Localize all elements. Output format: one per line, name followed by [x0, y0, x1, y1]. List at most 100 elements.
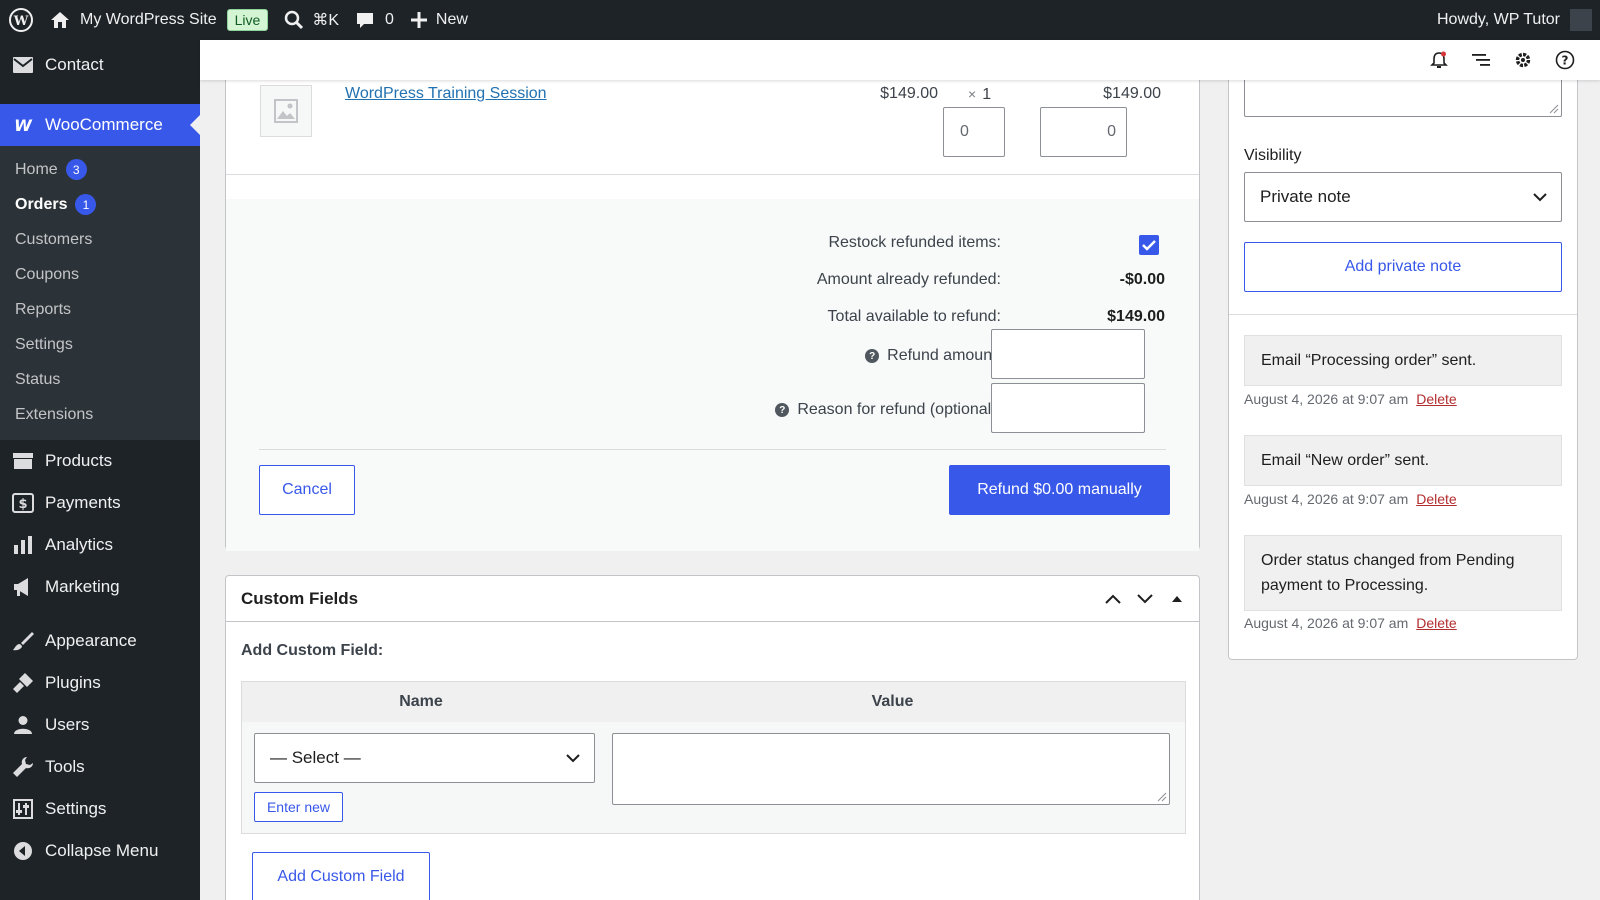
- sidebar-item-tools[interactable]: Tools: [0, 746, 200, 788]
- panel-header: Custom Fields: [226, 576, 1199, 622]
- table-header: Name Value: [242, 682, 1185, 722]
- custom-fields-panel: Custom Fields Add Custom Field: Name Val…: [225, 575, 1200, 900]
- bell-icon[interactable]: [1418, 51, 1460, 69]
- restock-label: Restock refunded items:: [828, 234, 1001, 251]
- plus-icon: [410, 11, 428, 29]
- input-value: 0: [960, 123, 969, 140]
- admin-bar: W My WordPress Site Live ⌘K 0 New Howdy,…: [0, 0, 1600, 40]
- help-icon[interactable]: ?: [1544, 50, 1586, 70]
- submenu-item-reports[interactable]: Reports: [0, 292, 200, 327]
- gear-icon[interactable]: [1502, 51, 1544, 69]
- visibility-label: Visibility: [1244, 147, 1302, 164]
- submenu-label: Reports: [15, 300, 72, 318]
- new-label: New: [435, 11, 468, 28]
- note-visibility-select[interactable]: Private note: [1244, 172, 1562, 222]
- submenu-label: Customers: [15, 230, 93, 248]
- site-name: My WordPress Site: [80, 11, 217, 28]
- restock-checkbox[interactable]: [1139, 235, 1159, 255]
- submenu-label: Orders: [15, 195, 68, 213]
- user-icon: [11, 713, 35, 737]
- refund-amount-input[interactable]: [991, 329, 1145, 379]
- already-refunded-label: Amount already refunded:: [816, 271, 1001, 288]
- archive-icon: [11, 449, 35, 473]
- refund-reason-label: ? Reason for refund (optional):: [775, 401, 1001, 419]
- sidebar-item-label: WooCommerce: [45, 115, 163, 134]
- avatar[interactable]: [1570, 9, 1592, 31]
- toggle-panel-icon[interactable]: [1161, 594, 1193, 604]
- sidebar-item-appearance[interactable]: Appearance: [0, 620, 200, 662]
- delete-note-link[interactable]: Delete: [1416, 491, 1456, 507]
- resize-handle-icon: [1549, 104, 1559, 114]
- help-tip-icon[interactable]: ?: [775, 403, 790, 417]
- count-badge: 3: [65, 159, 87, 180]
- live-badge: Live: [226, 9, 269, 31]
- note-date: August 4, 2026 at 9:07 am: [1244, 615, 1409, 631]
- admin-sidebar: Contact W WooCommerce Home 3 Orders 1 Cust…: [0, 40, 200, 900]
- delete-note-link[interactable]: Delete: [1416, 615, 1456, 631]
- add-note-button[interactable]: Add private note: [1244, 242, 1562, 292]
- sidebar-item-label: Payments: [45, 493, 121, 512]
- site-name-link[interactable]: My WordPress Site Live: [42, 0, 276, 40]
- move-up-icon[interactable]: [1097, 593, 1129, 605]
- order-items-panel: WordPress Training Session $149.00 × 1 $1…: [225, 70, 1200, 551]
- custom-field-name-select[interactable]: — Select —: [254, 733, 595, 783]
- refund-manually-button[interactable]: Refund $0.00 manually: [949, 465, 1170, 515]
- note-meta: August 4, 2026 at 9:07 am Delete: [1244, 491, 1457, 507]
- refund-area: Restock refunded items: Amount already r…: [226, 199, 1199, 551]
- command-search[interactable]: ⌘K: [276, 0, 347, 40]
- submenu-item-settings[interactable]: Settings: [0, 327, 200, 362]
- collapse-menu-button[interactable]: Collapse Menu: [0, 830, 200, 872]
- note-meta: August 4, 2026 at 9:07 am Delete: [1244, 391, 1457, 407]
- sidebar-item-contact[interactable]: Contact: [0, 40, 200, 90]
- sidebar-item-label: Tools: [45, 757, 85, 776]
- sidebar-item-label: Collapse Menu: [45, 841, 159, 860]
- sliders-icon: [11, 797, 35, 821]
- item-total: $149.00: [1103, 85, 1161, 102]
- paintbrush-icon: [11, 629, 35, 653]
- submenu-label: Settings: [15, 335, 73, 353]
- cancel-button[interactable]: Cancel: [259, 465, 355, 515]
- help-tip-icon[interactable]: ?: [865, 349, 880, 363]
- sidebar-item-analytics[interactable]: Analytics: [0, 524, 200, 566]
- column-header-value: Value: [871, 693, 914, 710]
- add-custom-field-button[interactable]: Add Custom Field: [252, 852, 430, 900]
- wordpress-logo-icon[interactable]: W: [0, 0, 42, 40]
- list-view-icon[interactable]: [1460, 52, 1502, 68]
- move-down-icon[interactable]: [1129, 593, 1161, 605]
- sidebar-item-label: Users: [45, 715, 90, 734]
- refund-line-total-input[interactable]: 0: [1040, 107, 1127, 157]
- sidebar-item-products[interactable]: Products: [0, 440, 200, 482]
- sidebar-item-label: Plugins: [45, 673, 101, 692]
- sidebar-item-woocommerce[interactable]: W WooCommerce: [0, 104, 200, 146]
- sidebar-item-payments[interactable]: $ Payments: [0, 482, 200, 524]
- enter-new-button[interactable]: Enter new: [254, 792, 343, 822]
- add-custom-field-label: Add Custom Field:: [241, 642, 384, 659]
- refund-reason-input[interactable]: [991, 383, 1145, 433]
- sidebar-item-marketing[interactable]: Marketing: [0, 566, 200, 608]
- select-value: Private note: [1260, 187, 1351, 206]
- submenu-item-home[interactable]: Home 3: [0, 152, 200, 187]
- new-content-link[interactable]: New: [402, 0, 476, 40]
- column-header-name: Name: [399, 693, 443, 710]
- submenu-item-coupons[interactable]: Coupons: [0, 257, 200, 292]
- submenu-item-customers[interactable]: Customers: [0, 222, 200, 257]
- search-icon: [284, 10, 304, 30]
- product-link[interactable]: WordPress Training Session: [345, 85, 547, 103]
- sidebar-item-plugins[interactable]: Plugins: [0, 662, 200, 704]
- sidebar-item-settings[interactable]: Settings: [0, 788, 200, 830]
- item-cost: $149.00: [880, 85, 938, 102]
- top-toolbar: ?: [200, 40, 1600, 80]
- submenu-item-orders[interactable]: Orders 1: [0, 187, 200, 222]
- comments-link[interactable]: 0: [347, 0, 402, 40]
- order-item-row: WordPress Training Session $149.00 × 1 $1…: [226, 71, 1199, 175]
- sidebar-item-users[interactable]: Users: [0, 704, 200, 746]
- bar-chart-icon: [11, 533, 35, 557]
- custom-field-value-textarea[interactable]: [612, 733, 1170, 805]
- submenu-label: Extensions: [15, 405, 94, 423]
- delete-note-link[interactable]: Delete: [1416, 391, 1456, 407]
- refund-quantity-input[interactable]: 0: [943, 107, 1005, 157]
- submenu-item-status[interactable]: Status: [0, 362, 200, 397]
- submenu-item-extensions[interactable]: Extensions: [0, 397, 200, 432]
- howdy-user[interactable]: Howdy, WP Tutor: [1437, 11, 1560, 29]
- dollar-icon: $: [11, 491, 35, 515]
